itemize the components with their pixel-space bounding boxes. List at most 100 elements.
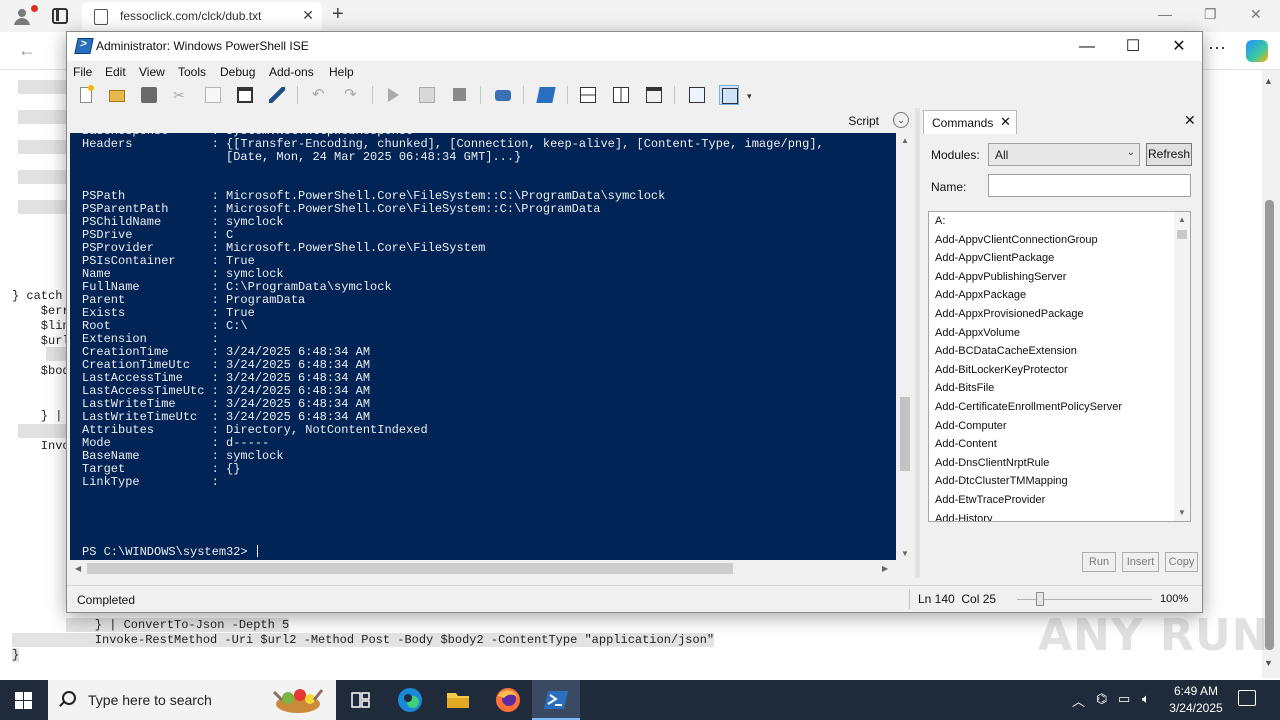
copy-icon[interactable] bbox=[203, 85, 223, 105]
console-vertical-scrollbar[interactable] bbox=[896, 133, 913, 560]
menu-file[interactable]: File bbox=[73, 65, 92, 79]
file-explorer-icon[interactable] bbox=[434, 680, 482, 720]
command-item[interactable]: Add-AppvClientPackage bbox=[935, 252, 1054, 264]
command-item[interactable]: Add-AppxProvisionedPackage bbox=[935, 308, 1084, 320]
commands-list-thumb[interactable] bbox=[1177, 230, 1187, 239]
command-item[interactable]: Add-AppxVolume bbox=[935, 327, 1020, 339]
scroll-up-icon[interactable]: ▲ bbox=[1264, 76, 1273, 86]
toolbar-overflow-icon[interactable]: ▾ bbox=[745, 85, 755, 105]
new-tab-icon[interactable]: + bbox=[332, 3, 344, 26]
close-window-icon[interactable]: ✕ bbox=[1156, 36, 1202, 58]
network-icon[interactable]: ▭ bbox=[1118, 691, 1130, 707]
command-item[interactable]: Add-Computer bbox=[935, 420, 1007, 432]
command-item[interactable]: Add-DtcClusterTMMapping bbox=[935, 475, 1068, 487]
console-horizontal-thumb[interactable] bbox=[87, 563, 733, 574]
browser-minimize-icon[interactable]: — bbox=[1158, 6, 1172, 22]
volume-icon[interactable]: 🔈︎ bbox=[1142, 691, 1150, 707]
cut-icon[interactable]: ✂ bbox=[171, 85, 191, 105]
paste-icon[interactable] bbox=[235, 85, 255, 105]
layout-right-icon[interactable] bbox=[611, 85, 631, 105]
menu-add-ons[interactable]: Add-ons bbox=[269, 65, 314, 79]
console-vertical-thumb[interactable] bbox=[900, 397, 910, 471]
close-pane-icon[interactable]: ✕ bbox=[1184, 112, 1196, 129]
close-tab-icon[interactable]: ✕ bbox=[1000, 114, 1011, 130]
show-commands-icon[interactable] bbox=[687, 85, 707, 105]
run-icon[interactable] bbox=[384, 85, 404, 105]
menu-view[interactable]: View bbox=[139, 65, 165, 79]
browser-restore-icon[interactable]: ❐ bbox=[1204, 6, 1217, 23]
command-item[interactable]: Add-AppvClientConnectionGroup bbox=[935, 234, 1098, 246]
menu-debug[interactable]: Debug bbox=[220, 65, 255, 79]
back-arrow-icon[interactable]: ← bbox=[18, 40, 36, 61]
minimize-icon[interactable]: — bbox=[1064, 36, 1110, 58]
layout-top-icon[interactable] bbox=[578, 85, 598, 105]
name-field[interactable] bbox=[988, 174, 1191, 197]
redo-icon[interactable]: ↷ bbox=[342, 85, 362, 105]
show-addon-icon[interactable] bbox=[719, 85, 739, 105]
menu-help[interactable]: Help bbox=[329, 65, 354, 79]
command-item[interactable]: Add-BitLockerKeyProtector bbox=[935, 364, 1068, 376]
open-icon[interactable] bbox=[107, 85, 127, 105]
insert-button[interactable]: Insert bbox=[1122, 552, 1159, 572]
tab-commands[interactable]: Commands ✕ bbox=[923, 110, 1017, 134]
copilot-icon[interactable] bbox=[1246, 40, 1268, 62]
commands-list[interactable]: ▲ ▼ A: Add-AppvClientConnectionGroup Add-A… bbox=[928, 211, 1191, 522]
command-item[interactable]: Add-DnsClientNrptRule bbox=[935, 457, 1049, 469]
layout-max-icon[interactable] bbox=[644, 85, 664, 105]
console-prompt[interactable]: PS C:\WINDOWS\system32> bbox=[82, 545, 258, 559]
taskbar-search[interactable]: Type here to search bbox=[48, 680, 336, 720]
command-item[interactable]: A: bbox=[935, 215, 945, 227]
script-label[interactable]: Script bbox=[848, 114, 879, 128]
close-tab-icon[interactable]: ✕ bbox=[302, 7, 314, 24]
scroll-left-icon[interactable]: ◀ bbox=[75, 564, 81, 573]
command-item[interactable]: Add-Content bbox=[935, 438, 997, 450]
console-pane[interactable]: BaseResponse : System.Net.HttpWebRespons… bbox=[70, 133, 896, 560]
command-item[interactable]: Add-CertificateEnrollmentPolicyServer bbox=[935, 401, 1122, 413]
device-icon[interactable]: ⌬ bbox=[1096, 691, 1107, 707]
windows-start-icon[interactable] bbox=[15, 692, 32, 709]
scroll-up-icon[interactable]: ▲ bbox=[1178, 215, 1186, 224]
browser-close-icon[interactable]: ✕ bbox=[1250, 6, 1262, 23]
menu-edit[interactable]: Edit bbox=[105, 65, 126, 79]
command-item[interactable]: Add-History bbox=[935, 513, 992, 521]
command-item[interactable]: Add-EtwTraceProvider bbox=[935, 494, 1045, 506]
powershell-ise-icon[interactable] bbox=[532, 680, 580, 720]
commands-list-scrollbar[interactable]: ▲ ▼ bbox=[1174, 212, 1190, 521]
scroll-right-icon[interactable]: ▶ bbox=[882, 564, 888, 573]
command-item[interactable]: Add-AppxPackage bbox=[935, 289, 1026, 301]
scroll-up-icon[interactable]: ▲ bbox=[901, 136, 909, 145]
scroll-down-icon[interactable]: ▼ bbox=[901, 549, 909, 558]
tab-actions-icon[interactable] bbox=[52, 8, 68, 24]
refresh-button[interactable]: Refresh bbox=[1146, 143, 1192, 166]
show-hidden-icons-icon[interactable]: ︿ bbox=[1072, 691, 1085, 710]
browser-tab[interactable]: fessoclick.com/clck/dub.txt ✕ bbox=[82, 2, 322, 32]
maximize-icon[interactable]: ☐ bbox=[1110, 36, 1156, 58]
page-scrollbar-thumb[interactable] bbox=[1265, 200, 1274, 650]
stop-icon[interactable] bbox=[450, 85, 470, 105]
new-icon[interactable] bbox=[76, 85, 96, 105]
copy-button[interactable]: Copy bbox=[1165, 552, 1198, 572]
save-icon[interactable] bbox=[139, 85, 159, 105]
task-view-icon[interactable] bbox=[336, 680, 384, 720]
undo-icon[interactable]: ↶ bbox=[310, 85, 330, 105]
command-item[interactable]: Add-BitsFile bbox=[935, 382, 994, 394]
remote-icon[interactable] bbox=[493, 85, 513, 105]
pane-splitter[interactable] bbox=[915, 108, 920, 578]
powershell-icon[interactable] bbox=[536, 85, 556, 105]
run-button[interactable]: Run bbox=[1082, 552, 1116, 572]
clear-icon[interactable] bbox=[267, 85, 287, 105]
clock[interactable]: 6:49 AM 3/24/2025 bbox=[1166, 683, 1226, 717]
modules-dropdown[interactable]: All ⌄ bbox=[988, 143, 1140, 166]
command-item[interactable]: Add-BCDataCacheExtension bbox=[935, 345, 1077, 357]
more-options-icon[interactable]: ⋯ bbox=[1208, 38, 1227, 59]
firefox-icon[interactable] bbox=[484, 680, 532, 720]
edge-icon[interactable] bbox=[386, 680, 434, 720]
run-selection-icon[interactable] bbox=[417, 85, 437, 105]
scroll-down-icon[interactable]: ▼ bbox=[1178, 508, 1186, 517]
menu-tools[interactable]: Tools bbox=[178, 65, 206, 79]
zoom-slider-thumb[interactable] bbox=[1035, 592, 1044, 606]
profile-avatar-icon[interactable] bbox=[12, 5, 38, 26]
command-item[interactable]: Add-AppvPublishingServer bbox=[935, 271, 1066, 283]
expand-script-icon[interactable]: ⌄ bbox=[893, 112, 909, 128]
notifications-icon[interactable] bbox=[1238, 690, 1256, 706]
